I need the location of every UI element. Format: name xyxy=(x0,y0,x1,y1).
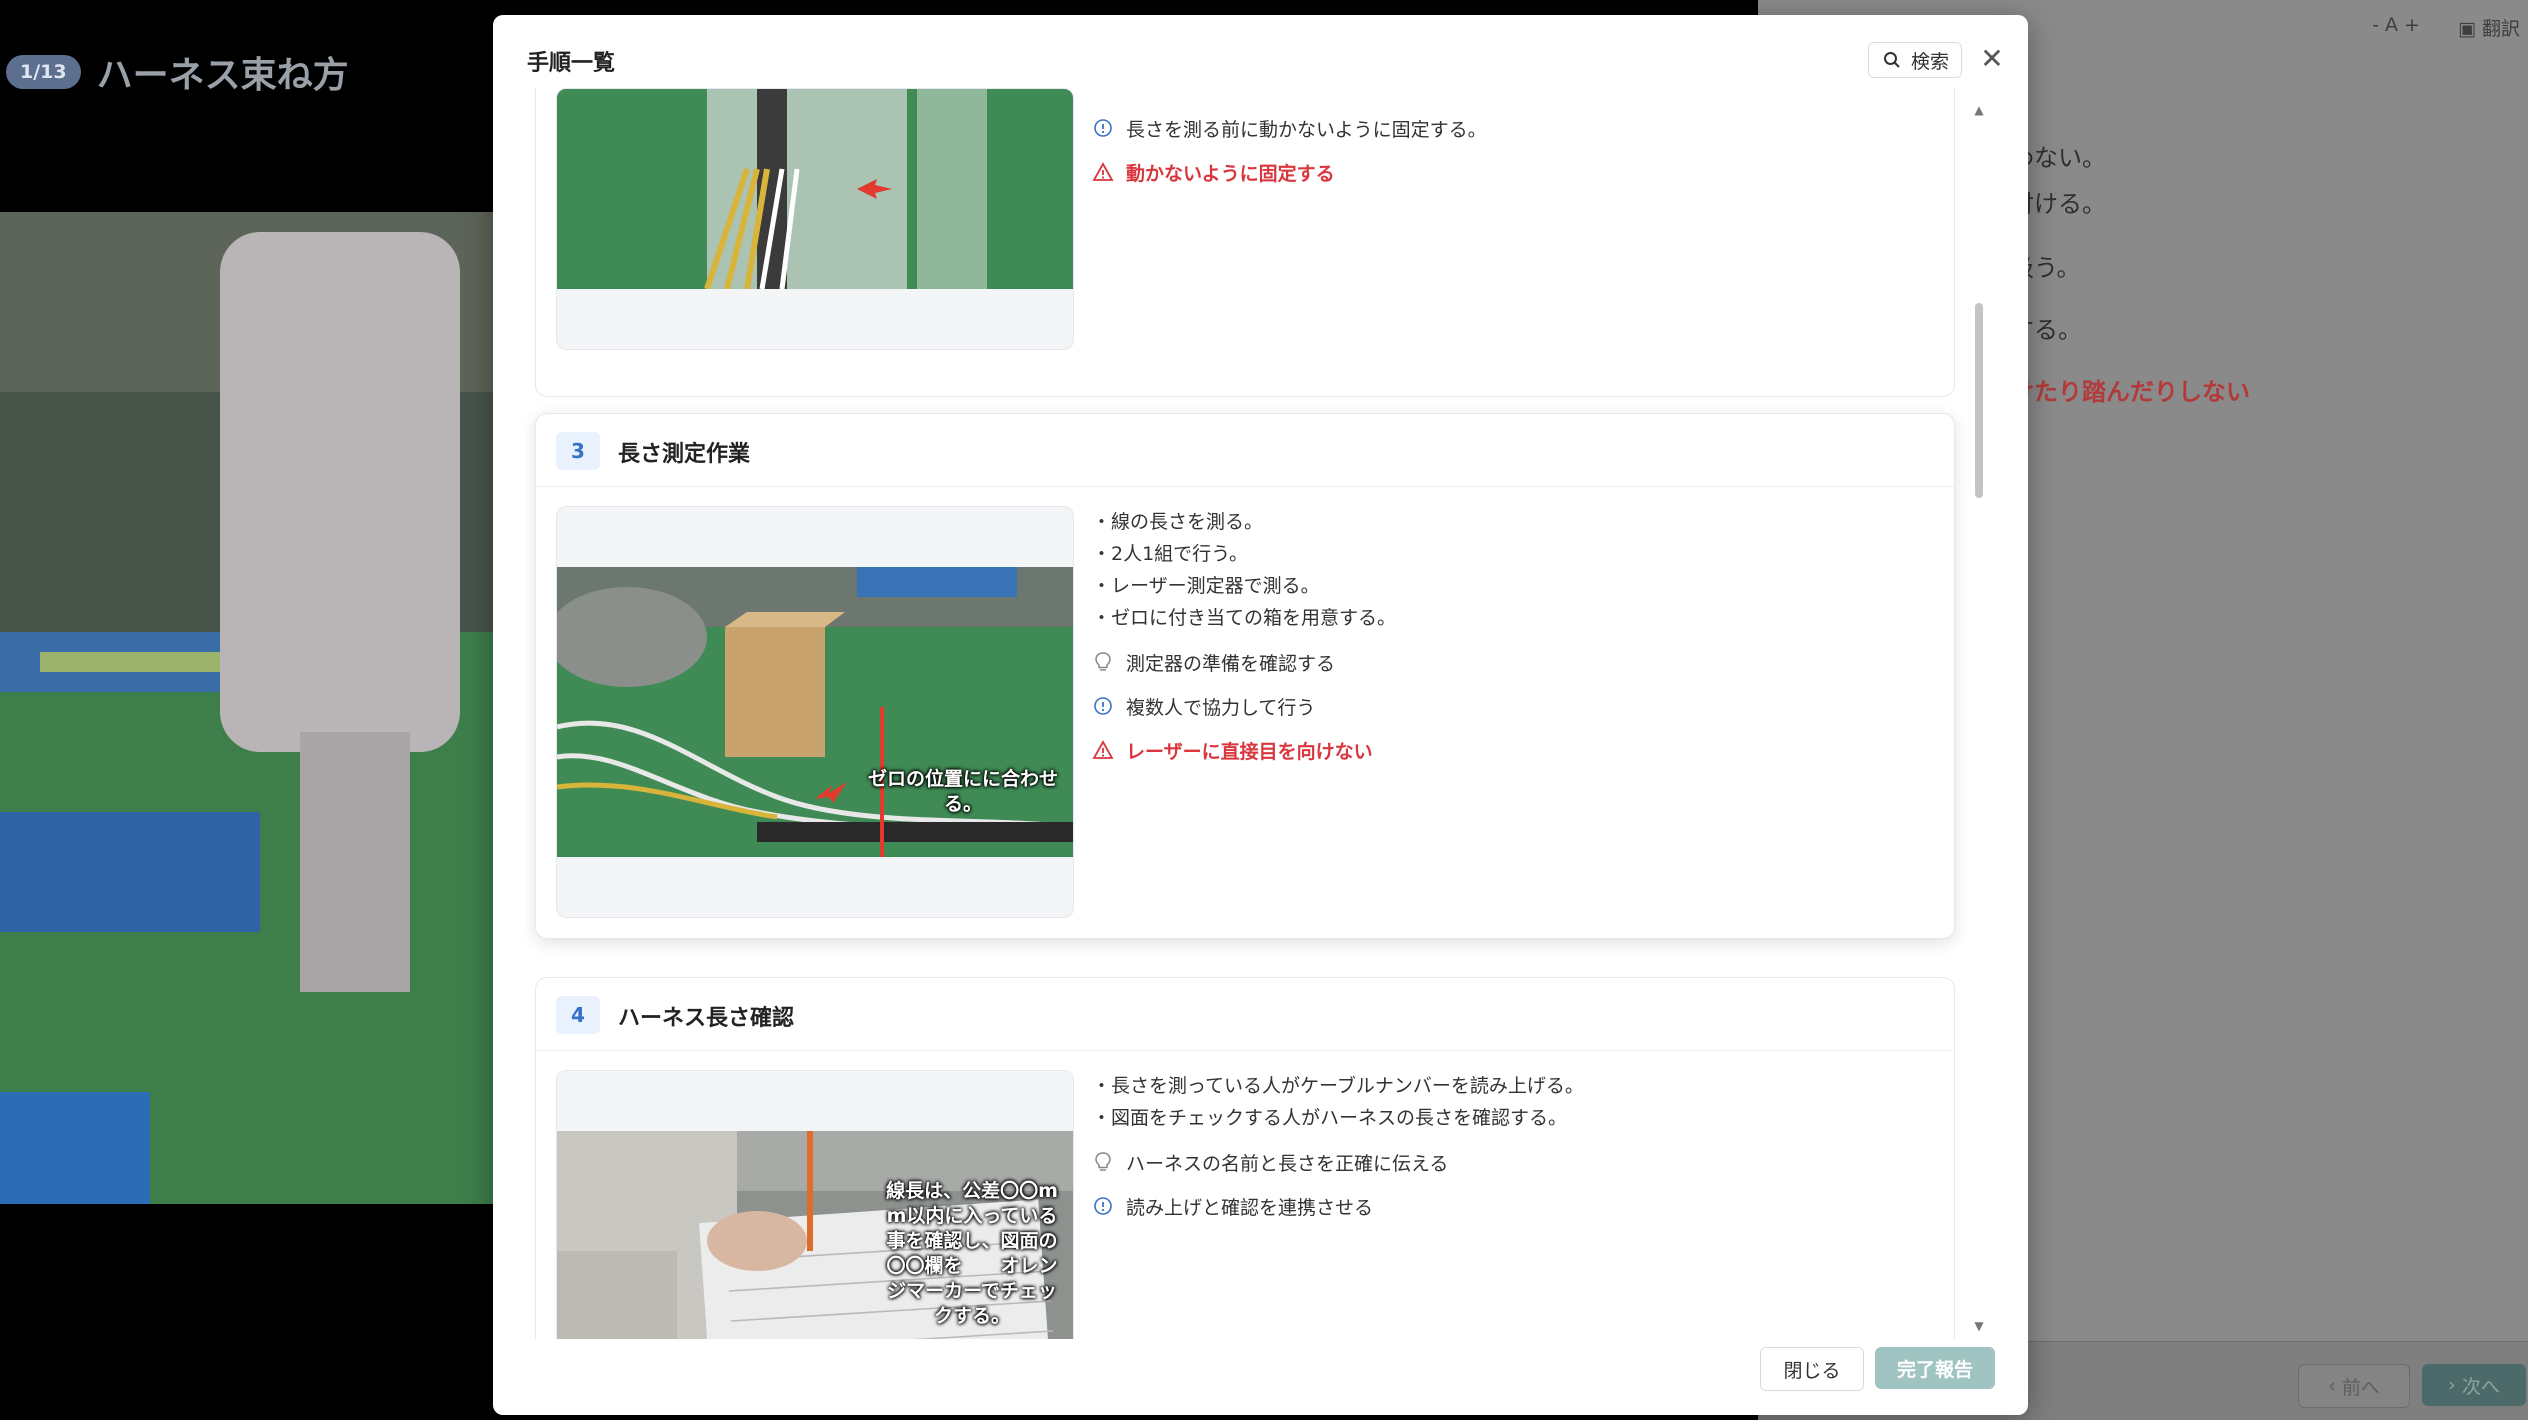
translate-icon: ▣ xyxy=(2457,18,2482,40)
note-text: 長さを測る前に動かないように固定する。 xyxy=(1126,118,1487,141)
info-icon xyxy=(1092,1195,1114,1217)
step-title: ハーネス長さ確認 xyxy=(618,1006,795,1031)
step-bullet: ・ゼロに付き当ての箱を用意する。 xyxy=(1092,607,1397,629)
page-header: 1/13 ハーネス束ね方 xyxy=(6,46,349,98)
image-caption: 線長は、公差〇〇m m以内に入っている 事を確認し、図面の 〇〇欄を オレン ジ… xyxy=(877,1179,1067,1329)
background-video xyxy=(0,212,500,1204)
caption-line: 事を確認し、図面の xyxy=(886,1230,1058,1252)
factory-scene-image xyxy=(0,212,500,1204)
next-label: 次へ xyxy=(2461,1375,2500,1398)
chevron-left-icon: ‹ xyxy=(2328,1375,2342,1397)
step-media[interactable]: 線長は、公差〇〇m m以内に入っている 事を確認し、図面の 〇〇欄を オレン ジ… xyxy=(556,1070,1074,1339)
close-button[interactable]: 閉じる xyxy=(1760,1347,1864,1391)
tip-note: 測定器の準備を確認する xyxy=(1092,646,1396,678)
lightbulb-icon xyxy=(1092,1151,1114,1173)
page-title: ハーネス束ね方 xyxy=(96,55,349,96)
step-bullet: ・長さを測っている人がケーブルナンバーを読み上げる。 xyxy=(1092,1075,1584,1097)
next-button[interactable]: › 次へ xyxy=(2422,1364,2526,1406)
warning-icon xyxy=(1092,739,1114,761)
note-text: 読み上げと確認を連携させる xyxy=(1126,1196,1374,1219)
step-bullet: ・2人1組で行う。 xyxy=(1092,543,1249,565)
translate-button[interactable]: ▣ 翻訳 xyxy=(2458,14,2520,41)
search-icon xyxy=(1881,49,1903,71)
scroll-up-icon[interactable]: ▲ xyxy=(1972,103,1986,117)
step-notes: ・長さを測っている人がケーブルナンバーを読み上げる。 ・図面をチェックする人がハ… xyxy=(1092,1070,1584,1222)
page-counter-badge: 1/13 xyxy=(6,55,81,89)
step-card-3[interactable]: 3 長さ測定作業 ゼロの位置にに合わせ る。 ・線の長さを測る。 ・2人1組で行… xyxy=(535,413,1955,939)
step-media[interactable] xyxy=(556,88,1074,350)
complete-report-button[interactable]: 完了報告 xyxy=(1875,1347,1995,1389)
info-icon xyxy=(1092,117,1114,139)
modal-footer: 閉じる 完了報告 xyxy=(493,1339,2028,1415)
caption-line: ジマーカーでチェッ xyxy=(887,1280,1057,1302)
warning-icon xyxy=(1092,161,1114,183)
info-note: 長さを測る前に動かないように固定する。 xyxy=(1092,112,1487,144)
step-number: 3 xyxy=(556,432,600,470)
step-card-2[interactable]: 長さを測る前に動かないように固定する。 動かないように固定する xyxy=(535,87,1955,397)
step-bullet: ・図面をチェックする人がハーネスの長さを確認する。 xyxy=(1092,1107,1568,1129)
caption-line: 〇〇欄を オレン xyxy=(886,1255,1058,1277)
step-image: ゼロの位置にに合わせ る。 xyxy=(557,567,1073,857)
step-image xyxy=(557,89,1073,289)
prev-label: 前へ xyxy=(2341,1376,2380,1399)
step-card-4[interactable]: 4 ハーネス長さ確認 線長は、公差〇〇m m以内に入っている 事を確認し、図面の… xyxy=(535,977,1955,1339)
note-text: 測定器の準備を確認する xyxy=(1126,652,1336,675)
modal-scrollbar[interactable]: ▲ ▼ xyxy=(1972,103,1986,1333)
note-text: 複数人で協力して行う xyxy=(1126,696,1316,719)
translate-label: 翻訳 xyxy=(2481,18,2520,40)
steps-modal: 手順一覧 検索 ✕ 長さを測る前に動かないように固定する。 動かないように固定す… xyxy=(493,15,2028,1415)
info-icon xyxy=(1092,695,1114,717)
step-image: 線長は、公差〇〇m m以内に入っている 事を確認し、図面の 〇〇欄を オレン ジ… xyxy=(557,1131,1073,1339)
caption-line: る。 xyxy=(943,793,982,815)
modal-header: 手順一覧 検索 ✕ xyxy=(493,15,2028,87)
step-bullet: ・線の長さを測る。 xyxy=(1092,511,1264,533)
chevron-right-icon: › xyxy=(2448,1374,2462,1396)
info-note: 読み上げと確認を連携させる xyxy=(1092,1190,1584,1222)
step-number: 4 xyxy=(556,996,600,1034)
panel-warning-line: けたり踏んだりしない xyxy=(2010,378,2250,406)
caption-line: m以内に入っている xyxy=(886,1205,1058,1227)
info-note: 複数人で協力して行う xyxy=(1092,690,1396,722)
step-title: 長さ測定作業 xyxy=(618,442,751,467)
step-notes: ・線の長さを測る。 ・2人1組で行う。 ・レーザー測定器で測る。 ・ゼロに付き当… xyxy=(1092,506,1396,766)
modal-title: 手順一覧 xyxy=(527,51,616,76)
search-button[interactable]: 検索 xyxy=(1868,42,1962,78)
prev-button[interactable]: ‹ 前へ xyxy=(2298,1364,2410,1408)
tip-note: ハーネスの名前と長さを正確に伝える xyxy=(1092,1146,1584,1178)
note-text: レーザーに直接目を向けない xyxy=(1126,740,1373,763)
scroll-down-icon[interactable]: ▼ xyxy=(1972,1319,1986,1333)
step-notes: 長さを測る前に動かないように固定する。 動かないように固定する xyxy=(1092,100,1487,188)
warning-note: 動かないように固定する xyxy=(1092,156,1487,188)
panel-top-controls: - A + ▣ 翻訳 xyxy=(2372,14,2520,41)
step-bullet: ・レーザー測定器で測る。 xyxy=(1092,575,1320,597)
step-header: 4 ハーネス長さ確認 xyxy=(536,978,1954,1051)
font-size-control[interactable]: - A + xyxy=(2372,14,2420,41)
step-media[interactable]: ゼロの位置にに合わせ る。 xyxy=(556,506,1074,918)
step-header: 3 長さ測定作業 xyxy=(536,414,1954,487)
scrollbar-thumb[interactable] xyxy=(1975,303,1983,498)
caption-line: 線長は、公差〇〇m xyxy=(886,1180,1058,1202)
close-icon[interactable]: ✕ xyxy=(1978,45,2006,73)
image-caption: ゼロの位置にに合わせ る。 xyxy=(853,767,1073,817)
search-label: 検索 xyxy=(1910,50,1949,73)
caption-line: ゼロの位置にに合わせ xyxy=(867,768,1058,790)
lightbulb-icon xyxy=(1092,651,1114,673)
steps-list[interactable]: 長さを測る前に動かないように固定する。 動かないように固定する 3 長さ測定作業 xyxy=(525,87,1975,1339)
warning-note: レーザーに直接目を向けない xyxy=(1092,734,1396,766)
caption-line: クする。 xyxy=(933,1305,1010,1327)
note-text: ハーネスの名前と長さを正確に伝える xyxy=(1126,1152,1449,1175)
note-text: 動かないように固定する xyxy=(1126,162,1335,185)
